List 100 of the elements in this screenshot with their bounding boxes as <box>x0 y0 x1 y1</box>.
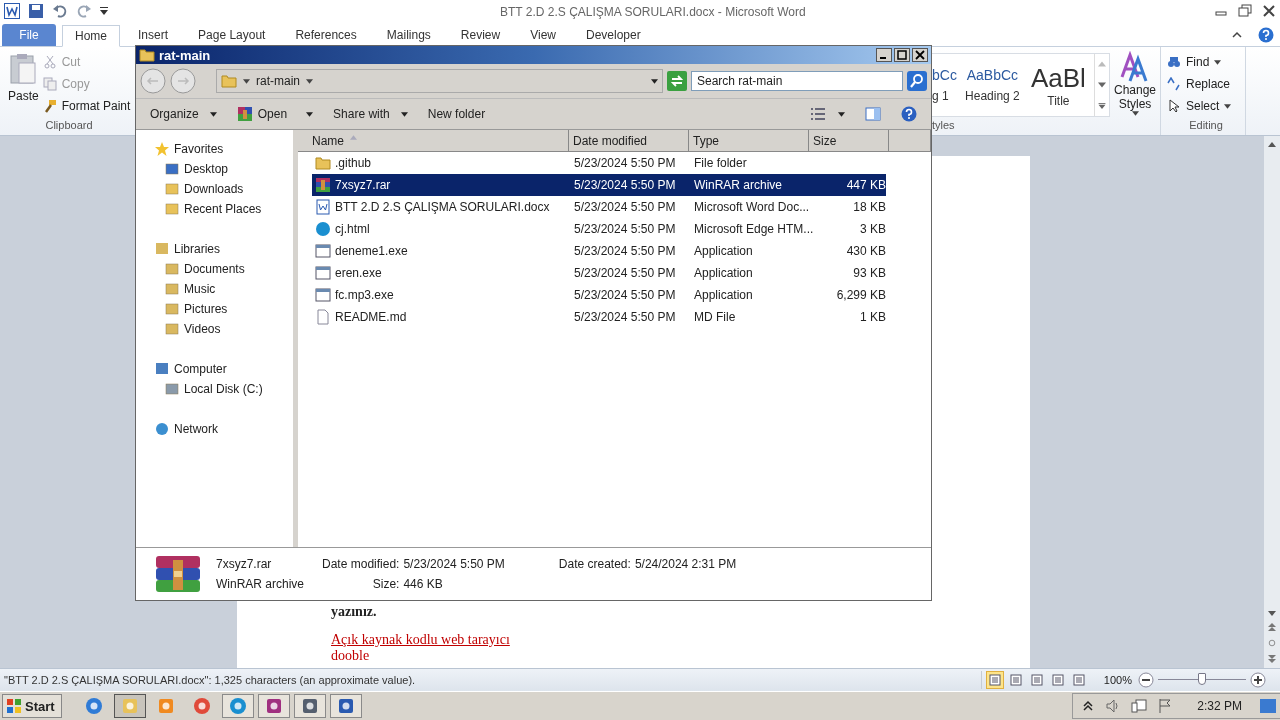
zoom-level[interactable]: 100% <box>1103 674 1132 686</box>
ribbon-tab[interactable]: Page Layout <box>186 24 278 46</box>
search-icon[interactable] <box>907 71 927 91</box>
file-row[interactable]: cj.html 5/23/2024 5:50 PM Microsoft Edge HTM... 3 KB <box>312 218 886 240</box>
browse-object-icon[interactable] <box>1268 638 1276 648</box>
start-button[interactable]: Start <box>2 694 62 718</box>
file-row[interactable]: .github 5/23/2024 5:50 PM File folder <box>312 152 886 174</box>
ribbon-tab[interactable]: Mailings <box>374 24 443 46</box>
customize-caret-icon[interactable] <box>100 6 108 16</box>
change-styles-button[interactable]: Change Styles <box>1110 47 1160 119</box>
page-icon <box>987 673 1002 687</box>
preview-pane-icon[interactable] <box>865 106 881 122</box>
folder-icon <box>164 201 180 217</box>
nav-item[interactable]: Local Disk (C:) <box>136 379 293 399</box>
file-row[interactable]: deneme1.exe 5/23/2024 5:50 PM Application 430 KB <box>312 240 886 262</box>
ribbon-tab[interactable]: Developer <box>573 24 653 46</box>
save-icon[interactable] <box>28 3 44 19</box>
ribbon-tab[interactable]: View <box>518 24 568 46</box>
date-cell: 5/23/2024 5:50 PM <box>574 156 676 170</box>
toolbar-button[interactable]: Organize <box>150 107 217 121</box>
column-header[interactable]: Type <box>689 130 809 152</box>
close-icon[interactable] <box>1262 4 1276 18</box>
file-name: .github <box>335 156 372 170</box>
back-icon[interactable] <box>140 68 166 94</box>
vertical-scrollbar[interactable] <box>1264 136 1280 668</box>
scroll-up-icon[interactable] <box>1268 142 1276 147</box>
nav-item[interactable]: Favorites <box>136 139 293 159</box>
file-row[interactable]: eren.exe 5/23/2024 5:50 PM Application 93 KB <box>312 262 886 284</box>
previous-page-icon[interactable] <box>1268 622 1276 632</box>
minimize-icon[interactable] <box>876 48 892 62</box>
file-name: 7xsyz7.rar <box>335 178 391 192</box>
view-button[interactable] <box>985 671 1004 689</box>
toolbar-button[interactable]: Share with <box>333 107 408 121</box>
scroll-down-icon[interactable] <box>1268 611 1276 616</box>
maximize-icon[interactable] <box>894 48 910 62</box>
nav-item[interactable]: Computer <box>136 359 293 379</box>
binoculars-icon <box>1167 55 1181 69</box>
format-painter-button[interactable]: Format Paint <box>42 97 131 115</box>
nav-item[interactable]: Recent Places <box>136 199 293 219</box>
more-icon[interactable] <box>1097 102 1106 109</box>
caret-icon[interactable] <box>838 111 845 117</box>
nav-item[interactable]: Network <box>136 419 293 439</box>
nav-item[interactable]: Music <box>136 279 293 299</box>
nav-item[interactable]: Desktop <box>136 159 293 179</box>
file-row[interactable]: BTT 2.D 2.S ÇALIŞMA SORULARI.docx 5/23/2024 5:50 PM Microsoft Word Doc... 18 KB <box>312 196 886 218</box>
taskbar-app[interactable] <box>113 694 146 718</box>
network-icon[interactable] <box>1131 698 1148 714</box>
type-cell: MD File <box>694 310 736 324</box>
forward-icon[interactable] <box>170 68 196 94</box>
column-header[interactable]: Date modified <box>569 130 689 152</box>
zoom-in-icon[interactable] <box>1250 672 1266 688</box>
refresh-icon[interactable] <box>667 71 687 91</box>
nav-item[interactable]: Downloads <box>136 179 293 199</box>
nav-item[interactable]: Documents <box>136 259 293 279</box>
scroll-down-icon[interactable] <box>1097 82 1106 88</box>
undo-icon[interactable] <box>52 3 68 19</box>
folder-icon <box>315 155 331 171</box>
taskbar-app[interactable] <box>293 694 326 718</box>
toolbar-button[interactable]: New folder <box>427 107 486 121</box>
column-header[interactable]: Name <box>298 130 569 152</box>
restore-icon[interactable] <box>1238 4 1252 18</box>
file-tab[interactable]: File <box>2 24 56 46</box>
nav-item[interactable]: Videos <box>136 319 293 339</box>
style-item[interactable]: AaBbCc Heading 2 <box>962 54 1023 116</box>
ribbon-tab[interactable]: Insert <box>126 24 181 46</box>
toolbar-button[interactable]: Open <box>236 106 314 122</box>
nav-item[interactable]: Pictures <box>136 299 293 319</box>
ribbon-tab[interactable]: Home <box>62 25 120 47</box>
file-row[interactable]: README.md 5/23/2024 5:50 PM MD File 1 KB <box>312 306 886 328</box>
taskbar-app[interactable] <box>221 694 254 718</box>
find-button[interactable]: Find <box>1167 53 1245 71</box>
slider-thumb[interactable] <box>1198 673 1206 685</box>
zoom-out-icon[interactable] <box>1138 672 1154 688</box>
column-header[interactable]: Size <box>809 130 889 152</box>
nav-item[interactable]: Libraries <box>136 239 293 259</box>
taskbar-app[interactable] <box>257 694 290 718</box>
select-button[interactable]: Select <box>1167 97 1245 115</box>
help-icon[interactable] <box>1258 27 1274 43</box>
address-bar[interactable]: rat-main <box>216 69 663 93</box>
word-icon[interactable] <box>4 3 20 19</box>
view-options-icon[interactable] <box>810 106 826 122</box>
search-field[interactable]: Search rat-main <box>691 71 903 91</box>
replace-button[interactable]: Replace <box>1167 75 1245 93</box>
help-icon[interactable] <box>901 106 917 122</box>
file-row[interactable]: fc.mp3.exe 5/23/2024 5:50 PM Application 6,299 KB <box>312 284 886 306</box>
ribbon-tab[interactable]: Review <box>448 24 513 46</box>
clock[interactable]: 2:32 PM <box>1197 699 1242 713</box>
file-row[interactable]: 7xsyz7.rar 5/23/2024 5:50 PM WinRAR archive 447 KB <box>312 174 886 196</box>
next-page-icon[interactable] <box>1268 654 1276 664</box>
close-icon[interactable] <box>912 48 928 62</box>
folder-icon <box>221 73 237 89</box>
page-icon <box>1050 673 1065 687</box>
paste-button[interactable]: Paste <box>0 47 43 119</box>
date-cell: 5/23/2024 5:50 PM <box>574 310 676 324</box>
taskbar-app[interactable] <box>329 694 362 718</box>
network-icon <box>154 421 170 437</box>
style-item[interactable]: AaBl Title <box>1027 54 1089 116</box>
ribbon-tab[interactable]: References <box>283 24 369 46</box>
style-item[interactable]: bCc g 1 <box>932 54 957 116</box>
redo-icon[interactable] <box>76 3 92 19</box>
